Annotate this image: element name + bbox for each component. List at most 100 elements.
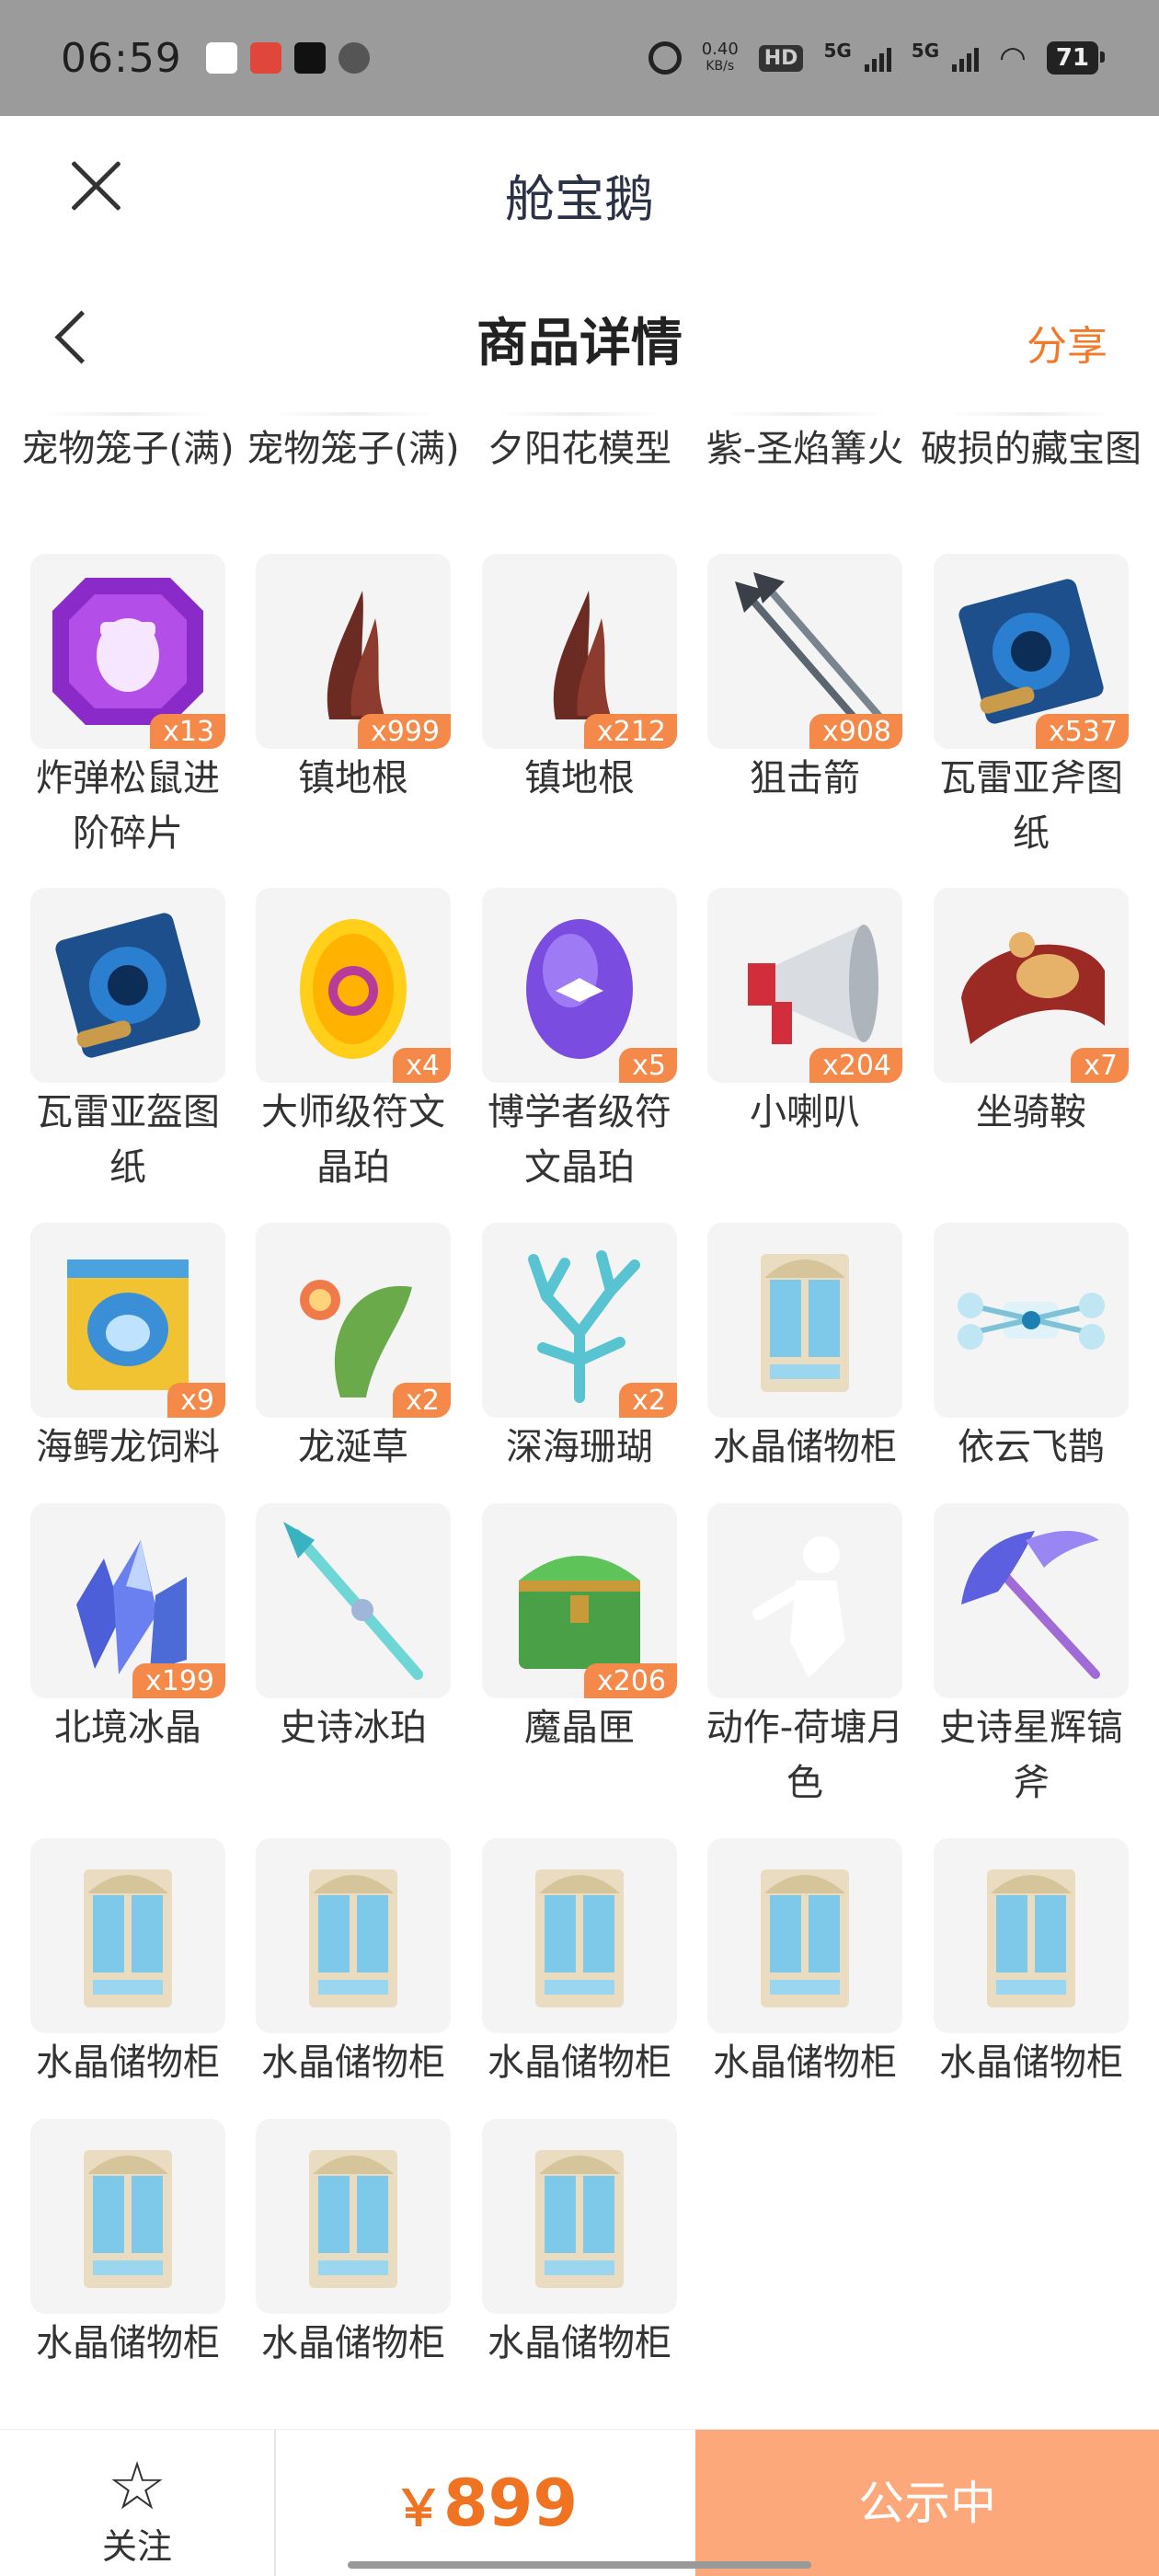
item-count-badge: x537 bbox=[1035, 714, 1129, 749]
follow-button[interactable]: ☆ 关注 bbox=[0, 2430, 276, 2576]
list-item[interactable]: x13 炸弹松鼠进阶碎片 bbox=[15, 554, 241, 861]
item-count-badge: x2 bbox=[393, 1383, 451, 1418]
price-value: 899 bbox=[442, 2466, 579, 2541]
item-name: 水晶储物柜 bbox=[713, 2041, 897, 2084]
mini-program-header: 舱宝鹅 bbox=[0, 116, 1159, 259]
follow-label: 关注 bbox=[101, 2526, 172, 2567]
list-item[interactable]: x9 海鳄龙饲料 bbox=[15, 1223, 241, 1475]
cabinet-icon bbox=[256, 2119, 451, 2314]
purple-egg-icon: x5 bbox=[482, 888, 677, 1083]
item-name: 紫-圣焰篝火 bbox=[706, 428, 904, 470]
list-item[interactable]: x537 瓦雷亚斧图纸 bbox=[918, 554, 1144, 861]
item-name: 大师级符文晶珀 bbox=[261, 1091, 445, 1189]
list-item[interactable]: 宠物笼子(满) bbox=[240, 412, 466, 477]
megaphone-icon: x204 bbox=[707, 888, 902, 1083]
list-item[interactable]: x204 小喇叭 bbox=[692, 888, 918, 1140]
list-item[interactable]: x908 狙击箭 bbox=[692, 554, 918, 806]
item-name: 宠物笼子(满) bbox=[21, 428, 235, 470]
item-name: 狙击箭 bbox=[750, 757, 860, 799]
list-item[interactable]: x2 深海珊瑚 bbox=[466, 1223, 693, 1475]
status-button[interactable]: 公示中 bbox=[695, 2430, 1159, 2576]
cabinet-icon bbox=[256, 1838, 451, 2033]
star-icon: ☆ bbox=[107, 2447, 167, 2524]
list-item[interactable]: 史诗冰珀 bbox=[240, 1503, 466, 1755]
item-name: 小喇叭 bbox=[750, 1091, 860, 1133]
list-item[interactable]: 水晶储物柜 bbox=[15, 2119, 241, 2363]
list-item[interactable]: 动作-荷塘月色 bbox=[692, 1503, 918, 1811]
item-name: 水晶储物柜 bbox=[488, 2322, 671, 2363]
list-item[interactable]: 依云飞鹊 bbox=[918, 1223, 1144, 1475]
item-count-badge: x212 bbox=[583, 714, 677, 749]
item-name: 破损的藏宝图 bbox=[921, 428, 1142, 470]
share-button[interactable]: 分享 bbox=[1027, 313, 1107, 372]
item-name: 博学者级符文晶珀 bbox=[488, 1091, 671, 1189]
list-item[interactable]: x212 镇地根 bbox=[466, 554, 693, 806]
list-item[interactable]: x2 龙涎草 bbox=[240, 1223, 466, 1475]
cabinet-icon bbox=[30, 2119, 225, 2314]
item-name: 依云飞鹊 bbox=[958, 1426, 1105, 1468]
signal-icon bbox=[864, 44, 891, 72]
notification-icons bbox=[205, 42, 370, 74]
currency-symbol: ￥ bbox=[393, 2479, 443, 2537]
chest-icon: x206 bbox=[482, 1503, 677, 1698]
purple-gem-icon: x13 bbox=[30, 554, 225, 749]
list-item[interactable]: 紫-圣焰篝火 bbox=[692, 412, 918, 477]
list-item[interactable]: x199 北境冰晶 bbox=[15, 1503, 241, 1755]
pickaxe-icon bbox=[934, 1503, 1129, 1698]
list-item[interactable]: x5 博学者级符文晶珀 bbox=[466, 888, 693, 1195]
list-item[interactable]: 水晶储物柜 bbox=[692, 1838, 918, 2090]
list-item[interactable]: 夕阳花模型 bbox=[466, 412, 693, 477]
list-item[interactable]: 破损的藏宝图 bbox=[918, 412, 1144, 477]
feed-bag-icon: x9 bbox=[30, 1223, 225, 1418]
saddle-icon: x7 bbox=[934, 888, 1129, 1083]
list-item[interactable]: x4 大师级符文晶珀 bbox=[240, 888, 466, 1195]
network-type-1: 5G bbox=[823, 40, 852, 62]
list-item[interactable]: 水晶储物柜 bbox=[15, 1838, 241, 2090]
item-count-badge: x199 bbox=[132, 1663, 225, 1698]
item-name: 瓦雷亚盔图纸 bbox=[36, 1091, 220, 1189]
status-bar: 06:59 0.40 KB/s HD 5G 5G ◠ 71 bbox=[0, 0, 1159, 116]
bottom-bar: ☆ 关注 ￥899 公示中 bbox=[0, 2429, 1159, 2576]
item-name: 龙涎草 bbox=[298, 1426, 408, 1468]
wechat-icon bbox=[338, 42, 370, 74]
item-name: 宠物笼子(满) bbox=[247, 428, 460, 470]
item-count-badge: x2 bbox=[619, 1383, 677, 1418]
list-item[interactable]: 水晶储物柜 bbox=[466, 1838, 693, 2090]
item-name: 史诗冰珀 bbox=[280, 1707, 427, 1749]
mini-program-title: 舱宝鹅 bbox=[505, 170, 654, 228]
hd-icon: HD bbox=[758, 44, 804, 72]
item-name: 水晶储物柜 bbox=[261, 2322, 445, 2363]
item-name: 水晶储物柜 bbox=[36, 2322, 220, 2363]
root-icon: x999 bbox=[256, 554, 451, 749]
network-speed: 0.40 KB/s bbox=[702, 41, 739, 75]
item-name: 水晶储物柜 bbox=[488, 2041, 671, 2084]
root-icon: x212 bbox=[482, 554, 677, 749]
list-item[interactable]: 水晶储物柜 bbox=[240, 1838, 466, 2090]
list-item[interactable]: x206 魔晶匣 bbox=[466, 1503, 693, 1755]
list-item[interactable]: x999 镇地根 bbox=[240, 554, 466, 806]
tiktok-icon bbox=[293, 42, 326, 74]
item-name: 北境冰晶 bbox=[54, 1707, 201, 1749]
gold-egg-icon: x4 bbox=[256, 888, 451, 1083]
network-type-2: 5G bbox=[911, 40, 940, 62]
game-notification-icon bbox=[249, 42, 281, 74]
cabinet-icon bbox=[482, 1838, 677, 2033]
item-count-badge: x9 bbox=[167, 1383, 225, 1418]
list-item[interactable]: 史诗星辉镐斧 bbox=[918, 1503, 1144, 1811]
list-item[interactable]: 水晶储物柜 bbox=[240, 2119, 466, 2363]
battery-icon: 71 bbox=[1046, 41, 1106, 75]
list-item[interactable]: x7 坐骑鞍 bbox=[918, 888, 1144, 1140]
item-name: 动作-荷塘月色 bbox=[706, 1707, 904, 1804]
plant-icon: x2 bbox=[256, 1223, 451, 1418]
item-name: 夕阳花模型 bbox=[488, 428, 671, 470]
speed-unit: KB/s bbox=[706, 59, 735, 74]
list-item[interactable]: 瓦雷亚盔图纸 bbox=[15, 888, 241, 1195]
item-name: 史诗星辉镐斧 bbox=[939, 1707, 1123, 1804]
list-item[interactable]: 水晶储物柜 bbox=[692, 1223, 918, 1475]
item-count-badge: x908 bbox=[809, 714, 902, 749]
list-item[interactable]: 宠物笼子(满) bbox=[15, 412, 241, 477]
clock: 06:59 bbox=[61, 34, 182, 82]
list-item[interactable]: 水晶储物柜 bbox=[466, 2119, 693, 2363]
list-item[interactable]: 水晶储物柜 bbox=[918, 1838, 1144, 2090]
item-name: 坐骑鞍 bbox=[976, 1091, 1086, 1133]
